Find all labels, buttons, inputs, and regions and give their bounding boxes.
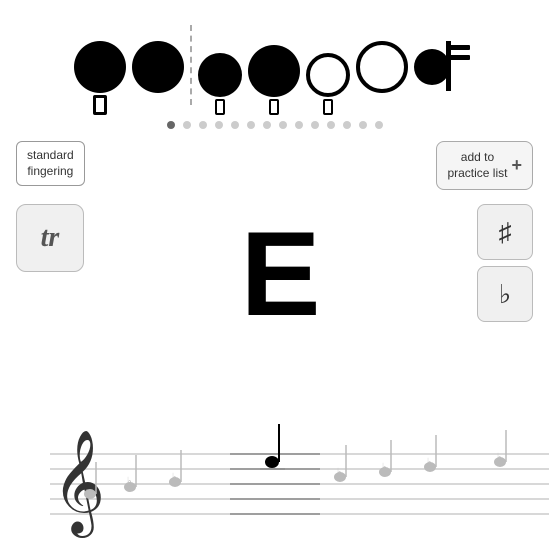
dot-1[interactable] [167,121,175,129]
note-letter-display: E [84,204,477,394]
note-head-1 [74,41,126,93]
dot-4[interactable] [215,121,223,129]
note-symbol-4 [248,45,300,115]
sharp-symbol: ♯ [499,217,512,248]
dashed-separator [190,25,192,105]
dot-11[interactable] [327,121,335,129]
svg-text:♭: ♭ [427,457,432,468]
trill-label: tr [41,222,60,254]
beam-line-1 [446,45,470,50]
plus-icon: + [511,154,522,177]
controls-row: standard fingering add to practice list … [0,137,549,194]
beam-note-head [414,49,450,85]
add-practice-text: add to practice list [447,150,507,181]
dot-2[interactable] [183,121,191,129]
note-symbol-5 [306,53,350,115]
beam-line-2 [446,55,470,60]
dot-12[interactable] [343,121,351,129]
note-head-4 [248,45,300,97]
note-symbol-2 [132,41,184,115]
fingering-diagram [0,0,549,115]
note-stem-4 [269,99,279,115]
add-practice-button[interactable]: add to practice list + [436,141,533,190]
staff-area: 𝄞 ♭ ♭ ♭ ♭ ♭ ♭ [0,394,549,554]
dot-5[interactable] [231,121,239,129]
standard-fingering-button[interactable]: standard fingering [16,141,85,186]
accidental-group: ♯ ♭ [477,204,533,394]
pagination-dots [0,115,549,137]
dot-7[interactable] [263,121,271,129]
main-content-area: tr E ♯ ♭ [0,194,549,394]
flat-button[interactable]: ♭ [477,266,533,322]
dot-8[interactable] [279,121,287,129]
note-head-6 [356,41,408,93]
dot-6[interactable] [247,121,255,129]
dot-10[interactable] [311,121,319,129]
note-head-3 [198,53,242,97]
svg-text:♭: ♭ [172,472,177,483]
note-head-2 [132,41,184,93]
treble-clef-symbol: 𝄞 [52,431,105,538]
note-head-5 [306,53,350,97]
fingering-label-line1: standard [27,148,74,162]
note-symbol-7 [414,41,476,93]
svg-text:♭: ♭ [127,476,132,487]
note-symbol-3 [198,53,242,115]
add-practice-line1: add to [447,150,507,166]
add-practice-line2: practice list [447,166,507,182]
dot-13[interactable] [359,121,367,129]
note-stem-1 [93,95,107,115]
note-symbol-1 [74,41,126,115]
svg-text:♭: ♭ [497,452,502,463]
sharp-button[interactable]: ♯ [477,204,533,260]
dot-3[interactable] [199,121,207,129]
note-stem-3 [215,99,225,115]
trill-button[interactable]: tr [16,204,84,272]
dot-14[interactable] [375,121,383,129]
svg-text:♭: ♭ [382,462,387,473]
dot-9[interactable] [295,121,303,129]
svg-text:♭: ♭ [337,467,342,478]
flat-symbol: ♭ [499,279,511,310]
staff-svg: 𝄞 ♭ ♭ ♭ ♭ ♭ ♭ [0,394,549,554]
note-stem-5 [323,99,333,115]
note-symbol-6 [356,41,408,115]
fingering-label-line2: fingering [27,164,73,178]
